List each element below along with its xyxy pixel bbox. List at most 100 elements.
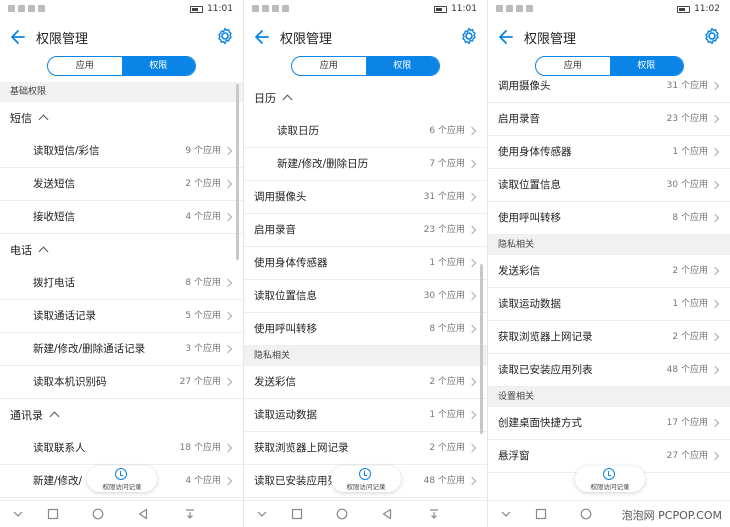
permission-row[interactable]: 调用摄像头 31 个应用 [488, 70, 730, 103]
notification-icon [506, 5, 513, 12]
permission-row[interactable]: 启用录音 23 个应用 [488, 103, 730, 136]
arrow-left-icon[interactable] [252, 27, 272, 47]
recents-square-icon[interactable] [535, 508, 547, 520]
access-history-button[interactable]: 权限访问记录 [575, 466, 645, 492]
clock-icon [115, 468, 127, 480]
back-triangle-icon[interactable] [137, 508, 149, 520]
permission-row[interactable]: 拨打电话 8 个应用 [0, 267, 243, 300]
chevron-right-icon [223, 377, 233, 387]
chevron-right-icon [467, 443, 477, 453]
chevron-right-icon [467, 258, 477, 268]
notification-icon [262, 5, 269, 12]
back-triangle-icon[interactable] [381, 508, 393, 520]
scrollbar[interactable] [480, 264, 483, 434]
permission-row[interactable]: 新建/修改/删除通话记录 3 个应用 [0, 333, 243, 366]
chevron-down-icon[interactable] [256, 508, 268, 520]
section-header: 隐私相关 [244, 346, 487, 366]
permission-group[interactable]: 通讯录 [0, 399, 243, 432]
app-bar: 权限管理 [0, 22, 243, 52]
permission-row[interactable]: 新建/修改/删除日历 7 个应用 [244, 148, 487, 181]
notification-icon [272, 5, 279, 12]
chevron-right-icon [710, 332, 720, 342]
permission-row[interactable]: 获取浏览器上网记录 2 个应用 [488, 321, 730, 354]
permission-label: 读取已安装应用列表 [498, 364, 593, 376]
permission-row[interactable]: 使用身体传感器 1 个应用 [244, 247, 487, 280]
gear-icon[interactable] [702, 26, 722, 46]
group-label: 通讯录 [10, 409, 43, 422]
permission-row[interactable]: 读取联系人 18 个应用 [0, 432, 243, 465]
watermark: 泡泡网 PCPOP.COM [619, 507, 724, 523]
permission-row[interactable]: 读取日历 6 个应用 [244, 115, 487, 148]
tab-apps[interactable]: 应用 [48, 57, 122, 75]
chevron-right-icon [467, 410, 477, 420]
chevron-right-icon [710, 418, 720, 428]
permission-row[interactable]: 创建桌面快捷方式 17 个应用 [488, 407, 730, 440]
chevron-right-icon [710, 365, 720, 375]
permission-row[interactable]: 使用呼叫转移 8 个应用 [244, 313, 487, 346]
permission-row[interactable]: 读取运动数据 1 个应用 [488, 288, 730, 321]
gear-icon[interactable] [459, 26, 479, 46]
permission-label: 启用录音 [498, 113, 540, 125]
permission-row[interactable]: 发送短信 2 个应用 [0, 168, 243, 201]
access-history-button[interactable]: 权限访问记录 [331, 466, 401, 492]
permission-label: 使用身体传感器 [498, 146, 572, 158]
notification-pull-icon[interactable] [184, 508, 196, 520]
permission-group[interactable]: 日历 [244, 82, 487, 115]
permission-label: 新建/修改/删除通话记录 [33, 343, 146, 355]
navigation-bar [0, 500, 243, 527]
recents-square-icon[interactable] [291, 508, 303, 520]
status-icons-right: 11:01 [190, 4, 233, 14]
access-history-label: 权限访问记录 [590, 483, 630, 491]
permission-label: 读取日历 [277, 125, 319, 137]
app-count: 31 个应用 [423, 192, 465, 202]
notification-icon [18, 5, 25, 12]
permission-row[interactable]: 发送彩信 2 个应用 [488, 255, 730, 288]
permission-row[interactable]: 发送彩信 2 个应用 [244, 366, 487, 399]
permission-row[interactable]: 读取位置信息 30 个应用 [488, 169, 730, 202]
permission-label: 创建桌面快捷方式 [498, 417, 582, 429]
permission-row[interactable]: 获取浏览器上网记录 2 个应用 [244, 432, 487, 465]
scrollbar[interactable] [236, 84, 239, 260]
chevron-right-icon [223, 443, 233, 453]
permission-row[interactable]: 读取位置信息 30 个应用 [244, 280, 487, 313]
clock-icon [359, 468, 371, 480]
chevron-down-icon[interactable] [500, 508, 512, 520]
home-circle-icon[interactable] [580, 508, 592, 520]
phone-screen-1: 11:01 权限管理 应用 权限 基础权限 短信 读取短信/彩信 9 个应用 发送短信 2 个应用… [0, 0, 243, 527]
arrow-left-icon[interactable] [496, 27, 516, 47]
permission-label: 启用录音 [254, 224, 296, 236]
chevron-down-icon[interactable] [12, 508, 24, 520]
permission-label: 读取通话记录 [33, 310, 96, 322]
tab-permissions[interactable]: 权限 [121, 57, 195, 75]
permission-row[interactable]: 使用身体传感器 1 个应用 [488, 136, 730, 169]
permission-row[interactable]: 使用呼叫转移 8 个应用 [488, 202, 730, 235]
app-count: 31 个应用 [666, 81, 708, 91]
permission-row[interactable]: 读取运动数据 1 个应用 [244, 399, 487, 432]
permission-row[interactable]: 启用录音 23 个应用 [244, 214, 487, 247]
gear-icon[interactable] [215, 26, 235, 46]
recents-square-icon[interactable] [47, 508, 59, 520]
app-count: 23 个应用 [666, 114, 708, 124]
permission-row[interactable]: 读取通话记录 5 个应用 [0, 300, 243, 333]
permission-label: 拨打电话 [33, 277, 75, 289]
permission-label: 调用摄像头 [254, 191, 307, 203]
permission-group[interactable]: 短信 [0, 102, 243, 135]
permission-row[interactable]: 读取已安装应用列表 48 个应用 [488, 354, 730, 387]
permission-row[interactable]: 接收短信 4 个应用 [0, 201, 243, 234]
access-history-button[interactable]: 权限访问记录 [87, 466, 157, 492]
permission-label: 读取运动数据 [498, 298, 561, 310]
permission-row[interactable]: 读取短信/彩信 9 个应用 [0, 135, 243, 168]
permission-row[interactable]: 调用摄像头 31 个应用 [244, 181, 487, 214]
app-count: 3 个应用 [185, 344, 221, 354]
chevron-right-icon [223, 146, 233, 156]
app-count: 2 个应用 [185, 179, 221, 189]
permission-label: 读取已安装应用列 [254, 475, 338, 487]
home-circle-icon[interactable] [92, 508, 104, 520]
arrow-left-icon[interactable] [8, 27, 28, 47]
tab-permissions[interactable]: 权限 [365, 57, 439, 75]
notification-pull-icon[interactable] [428, 508, 440, 520]
permission-group[interactable]: 电话 [0, 234, 243, 267]
home-circle-icon[interactable] [336, 508, 348, 520]
permission-row[interactable]: 读取本机识别码 27 个应用 [0, 366, 243, 399]
tab-apps[interactable]: 应用 [292, 57, 366, 75]
